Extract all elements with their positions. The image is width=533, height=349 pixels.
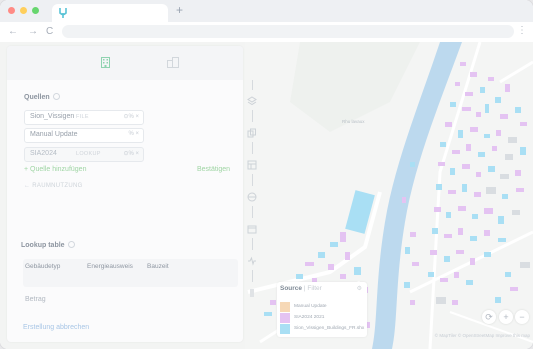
building-icon[interactable]	[101, 57, 110, 68]
minimize-window-button[interactable]	[20, 7, 27, 14]
source-actions[interactable]: ⊙% ×	[123, 150, 139, 157]
column-header[interactable]: Bauzeit	[147, 263, 169, 270]
source-actions[interactable]: % ×	[128, 131, 139, 137]
forward-arrow-icon[interactable]: →	[28, 25, 38, 39]
source-type-badge: LOOKUP	[76, 151, 101, 157]
confirm-button[interactable]: Bestätigen	[197, 166, 230, 173]
cancel-creation-button[interactable]: Erstellung abbrechen	[23, 324, 89, 331]
legend-swatch	[280, 324, 290, 334]
legend-swatch	[280, 313, 290, 323]
panel-tabs	[7, 46, 243, 80]
source-name: Manual Update	[30, 131, 78, 138]
browser-titlebar: +	[0, 0, 533, 22]
legend-swatch	[280, 302, 290, 312]
map-place-label: Rhu lavaux	[342, 119, 365, 124]
lookup-table-header: Gebäudetyp Energieausweis Bauzeit	[23, 259, 238, 287]
sources-title: Quellen	[24, 93, 60, 101]
legend-label: Manual Update	[294, 304, 327, 309]
gear-icon[interactable]: ⚙	[357, 285, 362, 292]
activity-icon[interactable]	[247, 256, 257, 266]
add-source-button[interactable]: + Quelle hinzufügen	[24, 166, 86, 173]
source-row[interactable]: Manual Update % ×	[24, 128, 144, 143]
map-legend: Source | Filter ⚙ Manual Update SIA2024 …	[277, 282, 367, 337]
column-header[interactable]: Energieausweis	[87, 263, 133, 270]
browser-menu-icon[interactable]: ⋮	[517, 25, 527, 36]
lookup-title: Lookup table	[21, 241, 75, 249]
table-icon[interactable]	[247, 160, 257, 170]
address-bar[interactable]	[62, 25, 514, 38]
source-name: SIA2024	[30, 150, 57, 157]
battery-icon[interactable]	[247, 288, 257, 298]
browser-window: + ← → C ⋮ Rhu lavaux Quellen Sion_Vissig…	[0, 0, 533, 349]
info-icon[interactable]	[67, 241, 75, 248]
source-type-badge: FILE	[76, 114, 89, 120]
back-arrow-icon[interactable]: ←	[8, 25, 18, 39]
maximize-window-button[interactable]	[32, 7, 39, 14]
new-tab-button[interactable]: +	[176, 3, 183, 17]
legend-label: Sion_Vissigen_Buildings_FR.shx	[294, 326, 365, 331]
legend-item: Sion_Vissigen_Buildings_FR.shx	[280, 324, 366, 334]
info-icon[interactable]	[52, 93, 60, 100]
source-row[interactable]: SIA2024 LOOKUP ⊙% ×	[24, 147, 144, 162]
layers-icon[interactable]	[247, 96, 257, 106]
close-window-button[interactable]	[8, 7, 15, 14]
legend-item: Manual Update	[280, 302, 366, 312]
browser-navbar: ← → C ⋮	[0, 22, 533, 43]
legend-title: Source | Filter	[280, 285, 322, 292]
legend-label: SIA2024 2021	[294, 315, 325, 320]
source-name: Sion_Vissigen	[30, 113, 75, 120]
betrag-label: Betrag	[25, 296, 46, 303]
vertical-toolbar	[247, 80, 257, 310]
app-logo-icon	[59, 8, 67, 18]
map-controls: ⟳ + −	[480, 310, 530, 328]
legend-item: SIA2024 2021	[280, 313, 366, 323]
recenter-icon[interactable]: ⟳	[482, 310, 496, 324]
copy-icon[interactable]	[247, 128, 257, 138]
calendar-icon[interactable]	[247, 224, 257, 234]
zoom-out-button[interactable]: −	[515, 310, 529, 324]
reload-icon[interactable]: C	[46, 25, 53, 39]
map-attribution[interactable]: © MapTiler © OpenStreetMap Improve this …	[435, 333, 530, 338]
globe-icon[interactable]	[247, 192, 257, 202]
sources-panel: Quellen Sion_Vissigen FILE ⊙% × Manual U…	[7, 46, 243, 342]
browser-tab[interactable]	[52, 4, 168, 22]
buildings-icon[interactable]	[167, 57, 179, 68]
zoom-in-button[interactable]: +	[499, 310, 513, 324]
source-row[interactable]: Sion_Vissigen FILE ⊙% ×	[24, 110, 144, 125]
back-link[interactable]: ← RAUMNUTZUNG	[24, 183, 83, 189]
source-actions[interactable]: ⊙% ×	[123, 113, 139, 120]
column-header[interactable]: Gebäudetyp	[25, 263, 60, 270]
